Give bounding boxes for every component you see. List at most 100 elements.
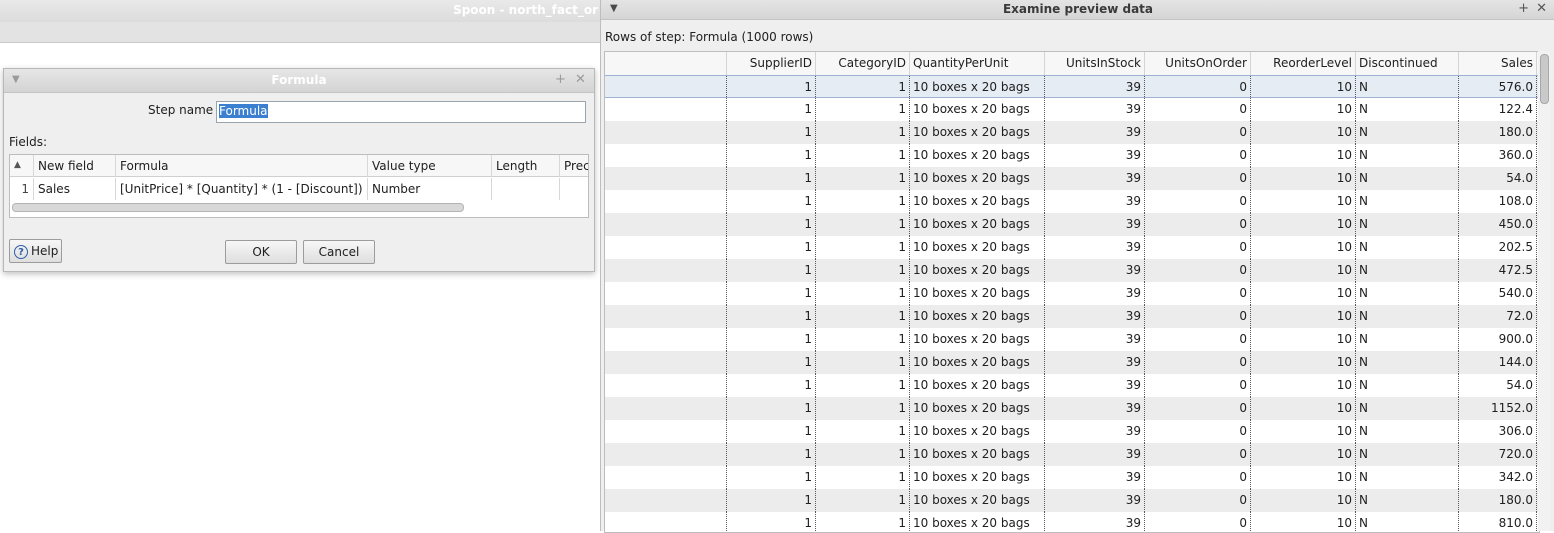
cell-quantity-per-unit: 10 boxes x 20 bags [910, 420, 1045, 443]
table-row[interactable]: 1 1 10 boxes x 20 bags 39 0 10 N 306.0 [605, 420, 1539, 443]
cell-quantity-per-unit: 10 boxes x 20 bags [910, 121, 1045, 144]
cell-units-on-order: 0 [1145, 236, 1251, 259]
cell-units-on-order: 0 [1145, 374, 1251, 397]
cell-units-in-stock: 39 [1045, 305, 1145, 328]
table-row[interactable]: 1 1 10 boxes x 20 bags 39 0 10 N 360.0 [605, 144, 1539, 167]
cell-units-on-order: 0 [1145, 167, 1251, 190]
preview-grid-header[interactable]: SupplierID CategoryID QuantityPerUnit Units… [605, 52, 1539, 76]
cell-row-index [605, 512, 727, 532]
column-header-value-type[interactable]: Value type [368, 155, 492, 177]
table-row[interactable]: 1 1 10 boxes x 20 bags 39 0 10 N 108.0 [605, 190, 1539, 213]
spoon-toolbar [0, 22, 610, 43]
column-header-supplier-id[interactable]: SupplierID [727, 52, 816, 75]
table-row[interactable]: 1 1 10 boxes x 20 bags 39 0 10 N 342.0 [605, 466, 1539, 489]
cell-quantity-per-unit: 10 boxes x 20 bags [910, 236, 1045, 259]
cell-units-on-order: 0 [1145, 420, 1251, 443]
new-field-cell[interactable]: Sales [34, 178, 116, 200]
column-header-discontinued[interactable]: Discontinued [1356, 52, 1459, 75]
column-header-row-index[interactable] [605, 52, 727, 75]
ok-button[interactable]: OK [225, 240, 297, 264]
step-name-input[interactable]: Formula [216, 101, 586, 123]
cell-category-id: 1 [816, 512, 910, 532]
table-row[interactable]: 1 Sales [UnitPrice] * [Quantity] * (1 - … [10, 178, 588, 200]
cell-reorder-level: 10 [1251, 512, 1356, 532]
cell-reorder-level: 10 [1251, 236, 1356, 259]
formula-cell[interactable]: [UnitPrice] * [Quantity] * (1 - [Discoun… [116, 178, 368, 200]
preview-titlebar[interactable]: ▼ Examine preview data + ✕ [601, 0, 1554, 20]
column-header-reorder-level[interactable]: ReorderLevel [1251, 52, 1356, 75]
cell-units-in-stock: 39 [1045, 420, 1145, 443]
cell-units-on-order: 0 [1145, 443, 1251, 466]
length-cell[interactable] [492, 178, 560, 200]
cell-quantity-per-unit: 10 boxes x 20 bags [910, 489, 1045, 512]
table-row[interactable]: 1 1 10 boxes x 20 bags 39 0 10 N 810.0 [605, 512, 1539, 532]
table-row[interactable]: 1 1 10 boxes x 20 bags 39 0 10 N 450.0 [605, 213, 1539, 236]
help-label: Help [31, 244, 59, 258]
fields-label: Fields: [9, 135, 47, 149]
cell-sales: 900.0 [1459, 328, 1537, 351]
cell-category-id: 1 [816, 328, 910, 351]
question-icon: ? [14, 244, 28, 259]
column-header-quantity-per-unit[interactable]: QuantityPerUnit [910, 52, 1045, 75]
table-row[interactable]: 1 1 10 boxes x 20 bags 39 0 10 N 180.0 [605, 489, 1539, 512]
cell-units-in-stock: 39 [1045, 98, 1145, 121]
cell-sales: 54.0 [1459, 167, 1537, 190]
table-row[interactable]: 1 1 10 boxes x 20 bags 39 0 10 N 540.0 [605, 282, 1539, 305]
column-header-units-on-order[interactable]: UnitsOnOrder [1145, 52, 1251, 75]
cell-supplier-id: 1 [727, 167, 816, 190]
preview-vertical-scrollbar[interactable] [1538, 51, 1550, 531]
cell-units-in-stock: 39 [1045, 282, 1145, 305]
table-row[interactable]: 1 1 10 boxes x 20 bags 39 0 10 N 54.0 [605, 167, 1539, 190]
preview-data-grid[interactable]: SupplierID CategoryID QuantityPerUnit Units… [604, 51, 1540, 533]
close-icon[interactable]: ✕ [1536, 1, 1547, 16]
close-icon[interactable]: ✕ [575, 72, 586, 87]
cell-reorder-level: 10 [1251, 144, 1356, 167]
precision-cell[interactable] [560, 178, 588, 200]
cell-row-index [605, 76, 727, 99]
help-button[interactable]: ? Help [9, 239, 62, 263]
cell-sales: 180.0 [1459, 489, 1537, 512]
column-header-units-in-stock[interactable]: UnitsInStock [1045, 52, 1145, 75]
plus-icon[interactable]: + [555, 72, 566, 87]
table-row[interactable]: 1 1 10 boxes x 20 bags 39 0 10 N 576.0 [605, 75, 1539, 99]
value-type-cell[interactable]: Number [368, 178, 492, 200]
table-row[interactable]: 1 1 10 boxes x 20 bags 39 0 10 N 202.5 [605, 236, 1539, 259]
cell-quantity-per-unit: 10 boxes x 20 bags [910, 190, 1045, 213]
column-header-length[interactable]: Length [492, 155, 560, 177]
fields-table[interactable]: ▲ New field Formula Value type Length Pr… [9, 154, 589, 218]
table-row[interactable]: 1 1 10 boxes x 20 bags 39 0 10 N 1152.0 [605, 397, 1539, 420]
sort-up-icon[interactable]: ▲ [10, 155, 34, 177]
column-header-precision[interactable]: Prec [560, 155, 588, 177]
scrollbar-thumb[interactable] [1540, 54, 1549, 104]
table-row[interactable]: 1 1 10 boxes x 20 bags 39 0 10 N 472.5 [605, 259, 1539, 282]
cell-discontinued: N [1356, 351, 1459, 374]
cell-discontinued: N [1356, 236, 1459, 259]
cell-category-id: 1 [816, 397, 910, 420]
column-header-new-field[interactable]: New field [34, 155, 116, 177]
table-row[interactable]: 1 1 10 boxes x 20 bags 39 0 10 N 720.0 [605, 443, 1539, 466]
cell-sales: 72.0 [1459, 305, 1537, 328]
table-row[interactable]: 1 1 10 boxes x 20 bags 39 0 10 N 72.0 [605, 305, 1539, 328]
cell-row-index [605, 305, 727, 328]
cell-row-index [605, 167, 727, 190]
cell-quantity-per-unit: 10 boxes x 20 bags [910, 282, 1045, 305]
cell-supplier-id: 1 [727, 282, 816, 305]
table-row[interactable]: 1 1 10 boxes x 20 bags 39 0 10 N 122.4 [605, 98, 1539, 121]
table-row[interactable]: 1 1 10 boxes x 20 bags 39 0 10 N 144.0 [605, 351, 1539, 374]
cell-supplier-id: 1 [727, 121, 816, 144]
column-header-category-id[interactable]: CategoryID [816, 52, 910, 75]
cell-units-in-stock: 39 [1045, 443, 1145, 466]
cell-reorder-level: 10 [1251, 466, 1356, 489]
cell-units-in-stock: 39 [1045, 351, 1145, 374]
cell-row-index [605, 443, 727, 466]
table-row[interactable]: 1 1 10 boxes x 20 bags 39 0 10 N 900.0 [605, 328, 1539, 351]
fields-horizontal-scrollbar[interactable] [12, 203, 464, 212]
cell-discontinued: N [1356, 397, 1459, 420]
plus-icon[interactable]: + [1518, 1, 1529, 16]
table-row[interactable]: 1 1 10 boxes x 20 bags 39 0 10 N 54.0 [605, 374, 1539, 397]
column-header-sales[interactable]: Sales [1459, 52, 1537, 75]
table-row[interactable]: 1 1 10 boxes x 20 bags 39 0 10 N 180.0 [605, 121, 1539, 144]
column-header-formula[interactable]: Formula [116, 155, 368, 177]
cancel-button[interactable]: Cancel [303, 240, 375, 264]
formula-titlebar[interactable]: ▼ Formula + ✕ [4, 69, 594, 93]
